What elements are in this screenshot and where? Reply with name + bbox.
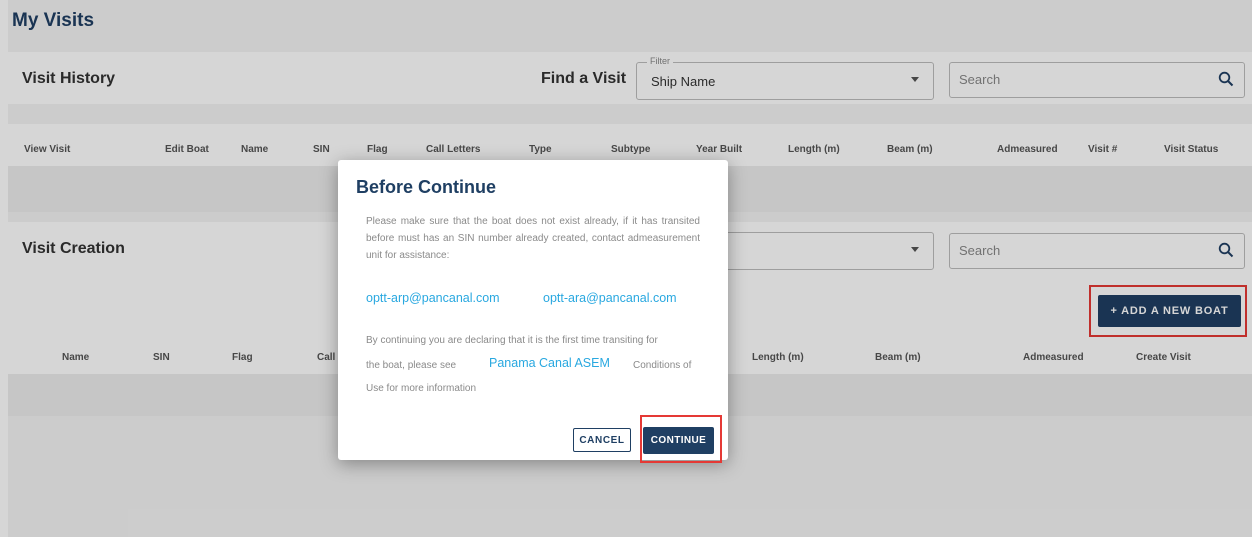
declaration-line-3: Use for more information [366, 383, 477, 394]
declaration-line-2a: the boat, please see [366, 360, 457, 371]
email-link-ara[interactable]: optt-ara@pancanal.com [543, 291, 677, 305]
dialog-title: Before Continue [356, 177, 497, 197]
cancel-button[interactable]: CANCEL [573, 428, 631, 452]
declaration-line-2b: Conditions of [633, 360, 692, 371]
continue-button[interactable]: CONTINUE [643, 427, 714, 454]
dialog-message: Please make sure that the boat does not … [366, 216, 700, 261]
declaration-line-1: By continuing you are declaring that it … [366, 335, 658, 346]
asem-link[interactable]: Panama Canal ASEM [489, 356, 610, 370]
before-continue-dialog: Before Continue Please make sure that th… [338, 160, 728, 463]
email-link-arp[interactable]: optt-arp@pancanal.com [366, 291, 500, 305]
